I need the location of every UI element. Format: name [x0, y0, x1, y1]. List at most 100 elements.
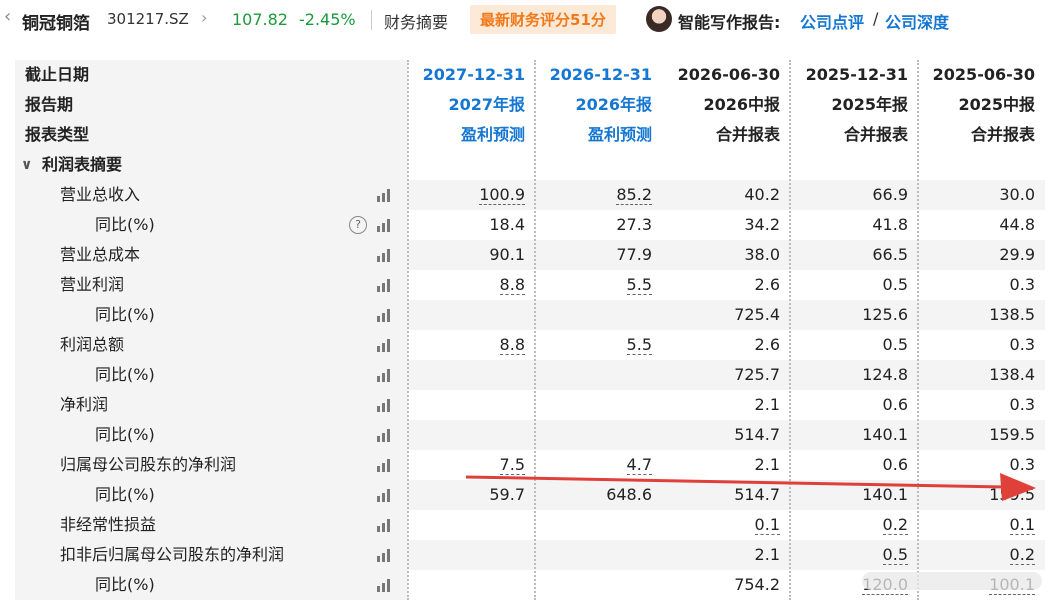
table-cell: 18.4	[489, 215, 525, 234]
table-row: 净利润 2.1 0.6 0.3	[15, 390, 1045, 420]
divider	[371, 10, 372, 30]
bar-chart-icon[interactable]	[377, 309, 393, 322]
header-cell: 2025年报	[831, 95, 908, 114]
table-cell: 77.9	[616, 245, 652, 264]
table-cell: 124.8	[862, 365, 908, 384]
table-cell: 648.6	[606, 485, 652, 504]
table-cell: 90.1	[489, 245, 525, 264]
table-cell: 38.0	[744, 245, 780, 264]
table-cell: 0.2	[791, 510, 908, 540]
table-cell: 29.9	[999, 245, 1035, 264]
row-label: 同比(%)	[95, 215, 155, 234]
price-change: -2.45%	[299, 10, 356, 29]
cell-value[interactable]: 0.2	[1009, 545, 1035, 565]
header-cell: 2026-06-30	[677, 65, 780, 84]
table-row: 归属母公司股东的净利润 7.5 4.7 2.1 0.6 0.3	[15, 450, 1045, 480]
bar-chart-icon[interactable]	[377, 399, 393, 412]
cell-value[interactable]: 0.2	[882, 515, 908, 535]
table-cell: 40.2	[744, 185, 780, 204]
table-row: 同比(%) 514.7 140.1 159.5	[15, 420, 1045, 450]
header-cell: 合并报表	[715, 125, 780, 144]
table-cell	[535, 360, 652, 390]
table-cell: 41.8	[872, 215, 908, 234]
help-icon[interactable]: ?	[349, 216, 367, 234]
bar-chart-icon[interactable]	[377, 249, 393, 262]
table-row: 同比(%) 725.7 124.8 138.4	[15, 360, 1045, 390]
header-cell: 2027年报	[448, 95, 525, 114]
cell-value[interactable]: 0.5	[882, 545, 908, 565]
financial-summary-tab[interactable]: 财务摘要	[384, 9, 448, 33]
row-label: 同比(%)	[95, 305, 155, 324]
table-cell: 0.6	[882, 395, 908, 414]
table-cell	[408, 510, 525, 540]
header-cell: 2026-12-31	[549, 65, 652, 84]
company-depth-link[interactable]: 公司深度	[885, 9, 949, 33]
cell-value[interactable]: 100.9	[479, 185, 525, 205]
table-cell: 0.3	[1009, 335, 1035, 354]
bar-chart-icon[interactable]	[377, 369, 393, 382]
bar-chart-icon[interactable]	[377, 489, 393, 502]
chevron-down-icon[interactable]: ∨	[21, 150, 32, 180]
bar-chart-icon[interactable]	[377, 339, 393, 352]
header-cell: 合并报表	[970, 125, 1035, 144]
table-cell: 2.1	[754, 455, 780, 474]
table-cell: 2.6	[754, 275, 780, 294]
table-cell	[535, 540, 652, 570]
table-cell: 85.2	[535, 180, 652, 210]
table-cell: 125.6	[862, 305, 908, 324]
table-row: 营业总收入 100.9 85.2 40.2 66.9 30.0	[15, 180, 1045, 210]
bar-chart-icon[interactable]	[377, 189, 393, 202]
header-cell: 合并报表	[843, 125, 908, 144]
watermark	[862, 570, 1042, 592]
header-cell: 盈利预测	[460, 125, 525, 144]
table-cell: 2.6	[754, 335, 780, 354]
bar-chart-icon[interactable]	[377, 519, 393, 532]
section-row[interactable]: ∨ 利润表摘要	[15, 150, 1045, 180]
cell-value[interactable]: 7.5	[499, 455, 525, 475]
table-cell	[408, 540, 525, 570]
cell-value[interactable]: 4.7	[626, 455, 652, 475]
table-cell: 159.5	[989, 485, 1035, 504]
table-cell: 159.5	[989, 425, 1035, 444]
table-cell: 5.5	[535, 330, 652, 360]
column-divider	[917, 60, 919, 600]
avatar	[646, 6, 672, 32]
header-cell: 2026年报	[575, 95, 652, 114]
table-row: 非经常性损益 0.1 0.2 0.1	[15, 510, 1045, 540]
chevron-left-icon[interactable]: ‹	[4, 6, 11, 27]
bar-chart-icon[interactable]	[377, 219, 393, 232]
row-label: 截止日期	[25, 65, 90, 84]
link-separator: /	[873, 9, 879, 28]
table-cell: 4.7	[535, 450, 652, 480]
cell-value[interactable]: 8.8	[499, 275, 525, 295]
stock-code: 301217.SZ	[107, 10, 189, 28]
table-cell: 0.5	[791, 540, 908, 570]
header-cell: 2026中报	[703, 95, 780, 114]
row-label: 同比(%)	[95, 365, 155, 384]
score-badge[interactable]: 最新财务评分51分	[470, 5, 616, 34]
cell-value[interactable]: 5.5	[626, 275, 652, 295]
cell-value[interactable]: 85.2	[616, 185, 652, 205]
cell-value[interactable]: 8.8	[499, 335, 525, 355]
cell-value[interactable]: 0.1	[754, 515, 780, 535]
table-cell: 8.8	[408, 330, 525, 360]
section-title: 利润表摘要	[42, 155, 123, 174]
row-label: 扣非后归属母公司股东的净利润	[60, 545, 285, 564]
bar-chart-icon[interactable]	[377, 459, 393, 472]
table-cell: 0.3	[1009, 395, 1035, 414]
header-cell: 2025中报	[958, 95, 1035, 114]
column-divider	[407, 60, 409, 600]
bar-chart-icon[interactable]	[377, 429, 393, 442]
bar-chart-icon[interactable]	[377, 579, 393, 592]
bar-chart-icon[interactable]	[377, 279, 393, 292]
company-review-link[interactable]: 公司点评	[800, 9, 864, 33]
chevron-right-icon[interactable]: ›	[201, 8, 207, 27]
header-cell: 2027-12-31	[422, 65, 525, 84]
cell-value[interactable]: 0.1	[1009, 515, 1035, 535]
table-cell	[408, 570, 525, 600]
table-cell: 514.7	[734, 485, 780, 504]
table-cell	[408, 300, 525, 330]
cell-value[interactable]: 5.5	[626, 335, 652, 355]
stock-price: 107.82	[232, 10, 288, 29]
bar-chart-icon[interactable]	[377, 549, 393, 562]
